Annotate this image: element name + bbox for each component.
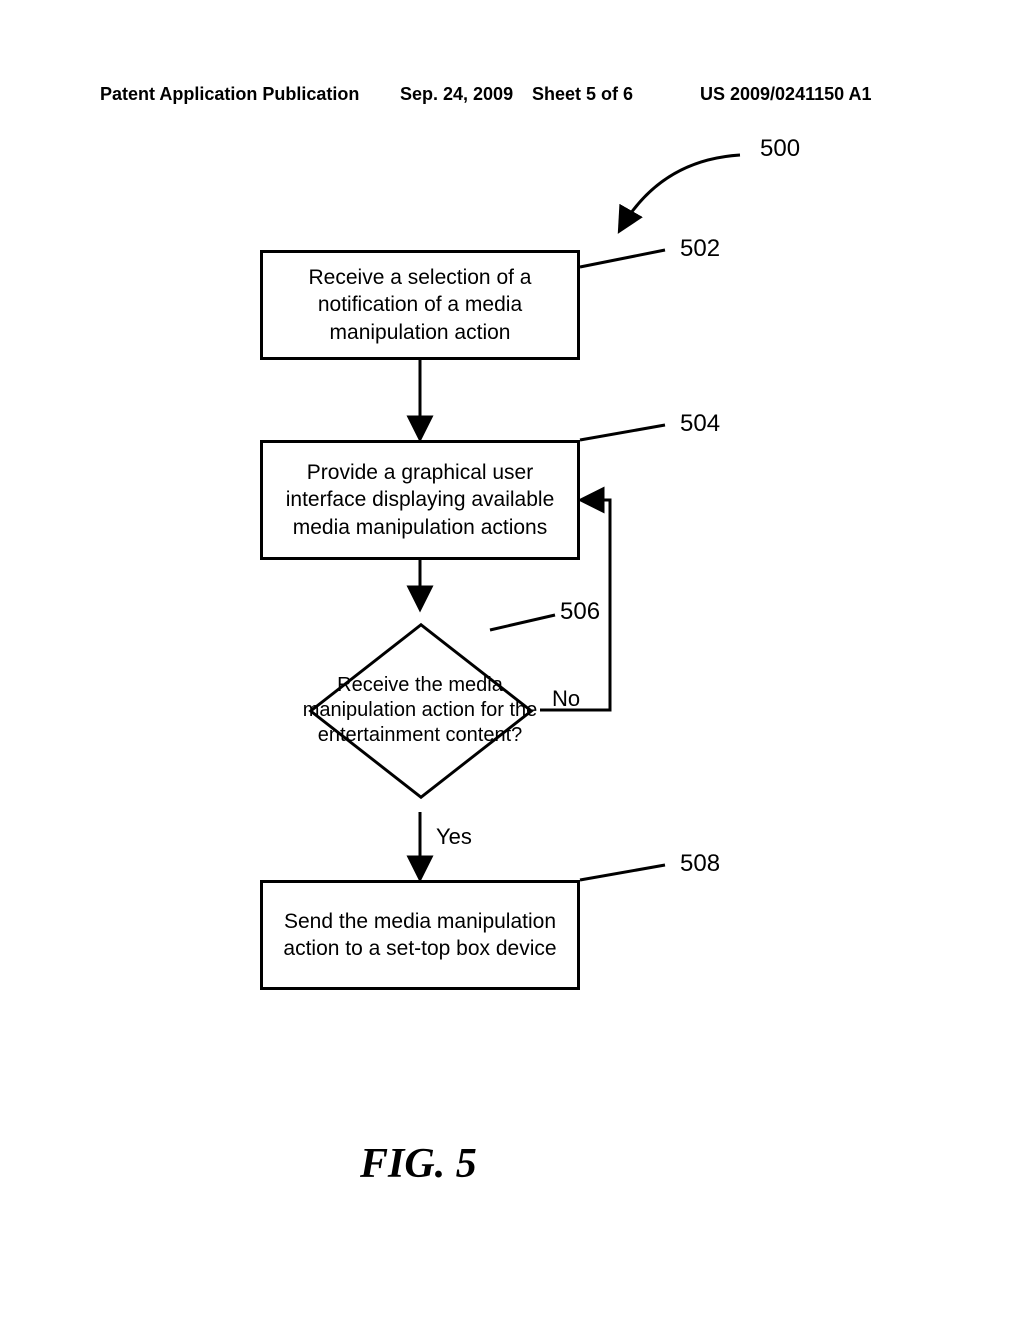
process-box-504-text: Provide a graphical user interface displ… [279, 459, 561, 541]
ref-506: 506 [560, 598, 600, 626]
process-box-502: Receive a selection of a notification of… [260, 250, 580, 360]
process-box-504: Provide a graphical user interface displ… [260, 440, 580, 560]
process-box-508: Send the media manipulation action to a … [260, 880, 580, 990]
process-box-502-text: Receive a selection of a notification of… [279, 264, 561, 346]
ref-504: 504 [680, 410, 720, 438]
flowchart-canvas: 500 502 504 506 508 Yes No Receive a sel… [0, 0, 1024, 1320]
decision-diamond-506-text: Receive the media manipulation action fo… [300, 673, 540, 748]
process-box-508-text: Send the media manipulation action to a … [279, 908, 561, 963]
ref-508: 508 [680, 850, 720, 878]
edge-no-label: No [552, 686, 580, 712]
figure-caption: FIG. 5 [360, 1140, 477, 1188]
decision-diamond-506: Receive the media manipulation action fo… [300, 610, 540, 810]
edge-yes-label: Yes [436, 824, 472, 850]
ref-500: 500 [760, 135, 800, 163]
ref-502: 502 [680, 235, 720, 263]
